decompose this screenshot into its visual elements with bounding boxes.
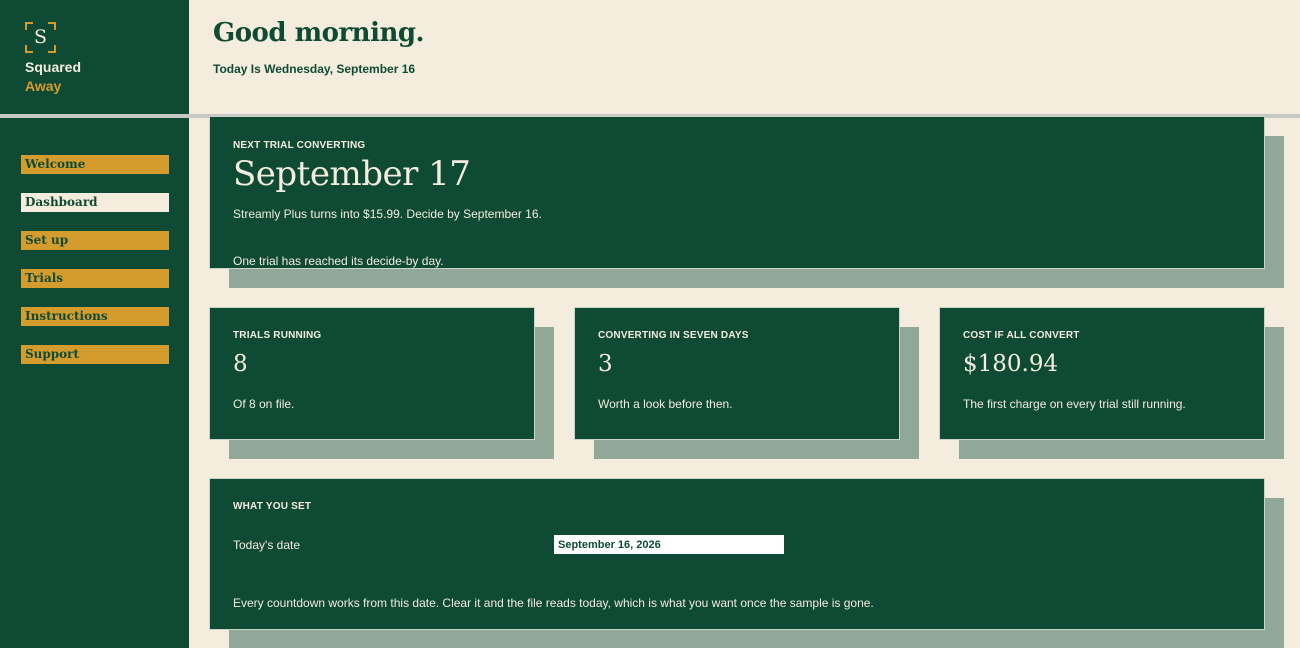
- brand-name-line2: Away: [25, 78, 62, 94]
- stat-caption: Of 8 on file.: [233, 397, 295, 411]
- bottom-border: [0, 648, 1300, 652]
- settings-label: WHAT YOU SET: [233, 501, 312, 512]
- settings-card: WHAT YOU SET Today's date Every countdow…: [209, 478, 1265, 630]
- brand-name-line1: Squared: [25, 59, 82, 75]
- stat-caption: Worth a look before then.: [598, 397, 733, 411]
- sidebar-brand: S Squared Away: [0, 0, 189, 114]
- settings-note: Every countdown works from this date. Cl…: [233, 596, 874, 610]
- today-date-text: Today Is Wednesday, September 16: [213, 62, 416, 76]
- stat-value: 3: [598, 351, 613, 377]
- logo-letter: S: [33, 26, 48, 48]
- today-date-input[interactable]: [554, 535, 784, 554]
- stat-card-converting-seven-days: CONVERTING IN SEVEN DAYS 3 Worth a look …: [574, 307, 900, 440]
- page-title: Good morning.: [213, 18, 425, 48]
- nav-item-support[interactable]: Support: [21, 345, 169, 364]
- stat-card-trials-running: TRIALS RUNNING 8 Of 8 on file.: [209, 307, 535, 440]
- nav-item-instructions[interactable]: Instructions: [21, 307, 169, 326]
- nav-item-welcome[interactable]: Welcome: [21, 155, 169, 174]
- stat-value: $180.94: [963, 351, 1059, 377]
- logo-icon: S: [25, 22, 56, 53]
- next-trial-note: One trial has reached its decide-by day.: [233, 254, 444, 268]
- stat-label: CONVERTING IN SEVEN DAYS: [598, 330, 749, 341]
- nav-item-set-up[interactable]: Set up: [21, 231, 169, 250]
- today-date-label: Today's date: [233, 538, 301, 552]
- nav-item-trials[interactable]: Trials: [21, 269, 169, 288]
- stat-label: COST IF ALL CONVERT: [963, 330, 1080, 341]
- stat-card-cost-if-all-convert: COST IF ALL CONVERT $180.94 The first ch…: [939, 307, 1265, 440]
- stat-label: TRIALS RUNNING: [233, 330, 322, 341]
- next-trial-date: September 17: [233, 154, 471, 194]
- nav-item-dashboard[interactable]: Dashboard: [21, 193, 169, 212]
- sidebar: Welcome Dashboard Set up Trials Instruct…: [0, 118, 189, 648]
- stat-value: 8: [233, 351, 248, 377]
- next-trial-detail: Streamly Plus turns into $15.99. Decide …: [233, 207, 542, 221]
- next-trial-card: NEXT TRIAL CONVERTING September 17 Strea…: [209, 116, 1265, 269]
- next-trial-label: NEXT TRIAL CONVERTING: [233, 140, 366, 151]
- stat-caption: The first charge on every trial still ru…: [963, 397, 1186, 411]
